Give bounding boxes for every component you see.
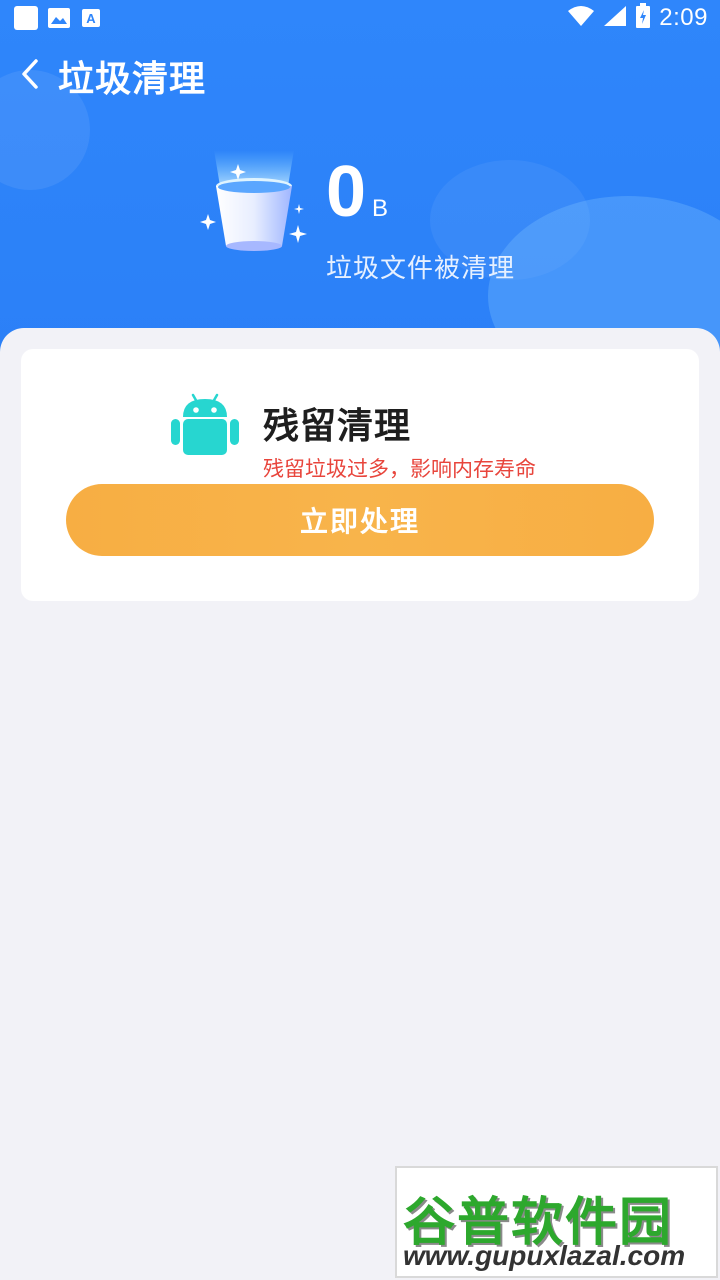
cleaned-subtitle: 垃圾文件被清理 — [326, 254, 516, 284]
header-banner: A 2:09 垃圾清理 0 B 垃圾文件被清理 — [0, 0, 720, 360]
top-app-bar: 垃圾清理 — [0, 44, 720, 104]
wifi-icon — [567, 5, 595, 31]
site-watermark: 谷普软件园 www.gupuxlazal.com — [395, 1166, 718, 1278]
residual-clean-card: 残留清理 残留垃圾过多，影响内存寿命 立即处理 — [21, 349, 699, 601]
cleaned-size-unit: B — [372, 195, 389, 222]
signal-icon — [603, 5, 627, 31]
cleaned-size: 0 B — [326, 150, 388, 234]
status-time: 2:09 — [659, 4, 708, 31]
cleaned-size-value: 0 — [326, 152, 367, 232]
card-title: 残留清理 — [263, 406, 412, 447]
card-description: 残留垃圾过多，影响内存寿命 — [263, 457, 536, 481]
app-screen: A 2:09 垃圾清理 0 B 垃圾文件被清理 残留清理 残留垃圾过多，影响内存… — [0, 0, 720, 1280]
status-bar: A 2:09 — [0, 0, 720, 36]
svg-text:A: A — [86, 11, 96, 26]
chevron-left-icon[interactable] — [12, 54, 48, 94]
image-icon — [48, 7, 70, 29]
page-title: 垃圾清理 — [58, 59, 207, 100]
square-icon — [14, 6, 38, 30]
process-now-button[interactable]: 立即处理 — [66, 484, 654, 556]
font-icon: A — [80, 7, 102, 29]
trash-bucket-icon — [196, 150, 312, 260]
watermark-url: www.gupuxlazal.com — [403, 1240, 686, 1271]
battery-icon — [635, 3, 651, 33]
android-icon — [171, 393, 239, 459]
content-area: 残留清理 残留垃圾过多，影响内存寿命 立即处理 — [0, 328, 720, 1280]
